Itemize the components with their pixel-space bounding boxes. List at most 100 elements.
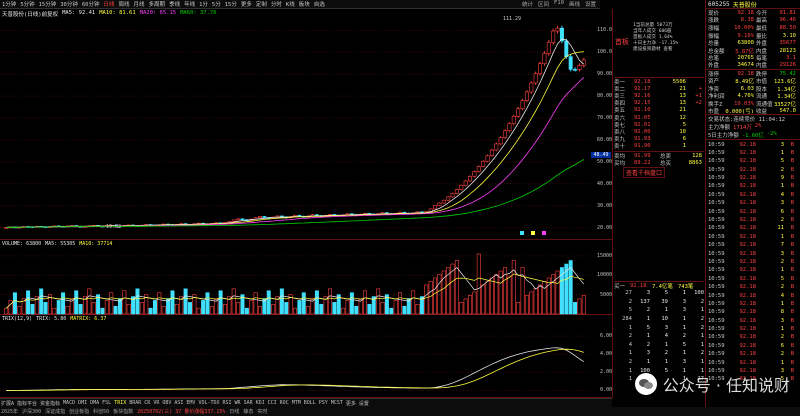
period-tab-12[interactable]: 5分: [212, 0, 221, 8]
indicator-tab-20[interactable]: ROC: [280, 400, 289, 406]
period-tab-9[interactable]: 季线: [169, 0, 180, 8]
period-tab-18[interactable]: 板块: [299, 0, 310, 8]
indicator-tab-16[interactable]: WR: [235, 400, 241, 406]
tick-row: 10:59 92.18 8 B: [706, 308, 800, 316]
indicator-tab-25[interactable]: 更多: [346, 400, 356, 407]
sell-order-price: 92.16: [634, 92, 651, 99]
status-index-0[interactable]: 沪深300: [22, 408, 41, 415]
bid-queue-cell: 1: [628, 367, 632, 374]
low-price-label: 19.82: [106, 224, 122, 230]
period-tab-2[interactable]: 15分钟: [39, 0, 57, 8]
indicator-tab-11[interactable]: OBV: [162, 400, 171, 406]
tick-row: 10:59 92.18 1 B: [706, 266, 800, 274]
period-tab-19[interactable]: 自选: [314, 0, 325, 8]
indicator-tab-26[interactable]: 设置: [359, 400, 369, 407]
volume-chart[interactable]: [0, 240, 612, 315]
status-index-3[interactable]: 科创50: [93, 408, 109, 415]
status-index-2[interactable]: 创业板指: [69, 408, 89, 415]
sell-order-row[interactable]: 卖十 91.90 1: [614, 143, 704, 150]
indicator-tab-23[interactable]: PSY: [319, 400, 328, 406]
period-tab-13[interactable]: 15分: [225, 0, 237, 8]
indicator-tab-3[interactable]: MACD: [63, 400, 75, 406]
period-tab-4[interactable]: 60分钟: [82, 0, 100, 8]
period-tab-10[interactable]: 年线: [184, 0, 195, 8]
tick-volume: 6: [780, 208, 784, 215]
tick-price: 92.18: [739, 166, 756, 173]
status-right-0[interactable]: 日线: [229, 408, 239, 415]
volume-bar: [74, 290, 79, 315]
period-tab-5[interactable]: 日线: [104, 0, 115, 8]
toolbar-tool-1[interactable]: 区间: [538, 0, 549, 8]
indicator-tab-4[interactable]: DMI: [78, 400, 87, 406]
period-tab-3[interactable]: 30分钟: [60, 0, 78, 8]
indicator-tab-0[interactable]: 扩展A: [1, 400, 14, 407]
volume-bar: [533, 288, 538, 315]
period-tab-14[interactable]: 更多: [241, 0, 252, 8]
kline-pane[interactable]: 111.29 19.82 48.49 110.0 100.0 90.00 80.00 7…: [0, 16, 612, 240]
period-tab-7[interactable]: 月线: [134, 0, 145, 8]
bid-queue-cell: 1: [628, 376, 632, 383]
indicator-tab-13[interactable]: EMV: [186, 400, 195, 406]
indicator-tab-17[interactable]: SAR: [244, 400, 253, 406]
period-tab-15[interactable]: 定制: [256, 0, 267, 8]
toolbar-tool-4[interactable]: 设置: [585, 0, 596, 8]
toolbar-tool-0[interactable]: 统计: [522, 0, 533, 8]
volume-bar: [161, 305, 166, 315]
indicator-tab-2[interactable]: 资金指标: [40, 400, 60, 407]
indicator-tab-14[interactable]: VOL-TDX: [198, 400, 219, 406]
period-tab-0[interactable]: 1分钟: [2, 0, 16, 8]
period-tab-1[interactable]: 5分钟: [20, 0, 34, 8]
indicator-tab-7[interactable]: TRIX: [114, 400, 126, 406]
bid-queue-cell: 1: [664, 359, 668, 366]
status-index-1[interactable]: 深证成指: [45, 408, 65, 415]
toolbar-tool-3[interactable]: 画线: [569, 0, 580, 8]
tick-direction: B: [790, 258, 794, 265]
kline-chart[interactable]: [0, 18, 612, 240]
indicator-tab-22[interactable]: BOLL: [304, 400, 316, 406]
toolbar-tool-2[interactable]: F10: [554, 0, 564, 8]
sell-order-volume: 5: [682, 121, 686, 128]
indicator-tab-18[interactable]: KDJ: [256, 400, 265, 406]
tick-price: 92.18: [739, 191, 756, 198]
tick-time: 10:59: [708, 242, 725, 249]
summary-price: 89.22: [634, 159, 651, 166]
status-right-1[interactable]: 静态: [243, 408, 253, 415]
candle: [564, 40, 569, 57]
sell-order-change: +2: [695, 100, 702, 107]
status-right-2[interactable]: 实时: [257, 408, 267, 415]
volume-bar: [209, 305, 214, 315]
price-axis-label: 100.0: [596, 49, 612, 56]
status-index-4[interactable]: 板块指数: [113, 408, 133, 415]
tick-price: 92.18: [739, 292, 756, 299]
trix-chart[interactable]: [0, 315, 612, 398]
quote-value: 10.00%: [734, 24, 754, 31]
indicator-tab-1[interactable]: 指标平台: [17, 400, 37, 407]
period-tab-6[interactable]: 周线: [119, 0, 130, 8]
indicator-tab-6[interactable]: FSL: [102, 400, 111, 406]
volume-pane[interactable]: VOLUME: 63800 MA5: 55305 MA10: 37714 150…: [0, 240, 612, 315]
bid-queue-cell: 1: [628, 324, 632, 331]
period-tab-16[interactable]: 分时: [271, 0, 282, 8]
stock-title-label: 天普股份(日线)前复权: [2, 12, 59, 18]
indicator-tab-19[interactable]: CCI: [268, 400, 277, 406]
indicator-tab-12[interactable]: ASI: [174, 400, 183, 406]
period-tab-11[interactable]: 1分: [199, 0, 208, 8]
period-tab-8[interactable]: 多周期: [149, 0, 166, 8]
indicator-tab-8[interactable]: BRAR: [129, 400, 141, 406]
indicator-tab-10[interactable]: VR: [153, 400, 159, 406]
view-depth-link[interactable]: 查看千档盘口: [623, 167, 666, 178]
indicator-tab-5[interactable]: DMA: [90, 400, 99, 406]
period-tab-17[interactable]: K线: [286, 0, 295, 8]
indicator-tab-24[interactable]: MCST: [331, 400, 343, 406]
price-axis-label: 90.00: [596, 71, 612, 78]
summary-right-value: 128: [692, 152, 702, 159]
indicator-tab-21[interactable]: MTM: [292, 400, 301, 406]
indicator-tab-15[interactable]: RSI: [223, 400, 232, 406]
quote-label: 收益: [756, 109, 768, 116]
quote-value: 20765: [737, 55, 754, 62]
indicator-tab-9[interactable]: CR: [144, 400, 150, 406]
bid-queue-cell: 1: [664, 341, 668, 348]
main-flow-pct: 2%: [754, 123, 762, 130]
tick-list[interactable]: 10:59 92.18 3 B 10:59 92.18 1 B 10:59 92.18 5 B 10:5…: [706, 140, 800, 383]
trix-pane[interactable]: TRIX(12,9) TRIX: 5.80 MATRIX: 6.37 6.00 4…: [0, 315, 612, 398]
